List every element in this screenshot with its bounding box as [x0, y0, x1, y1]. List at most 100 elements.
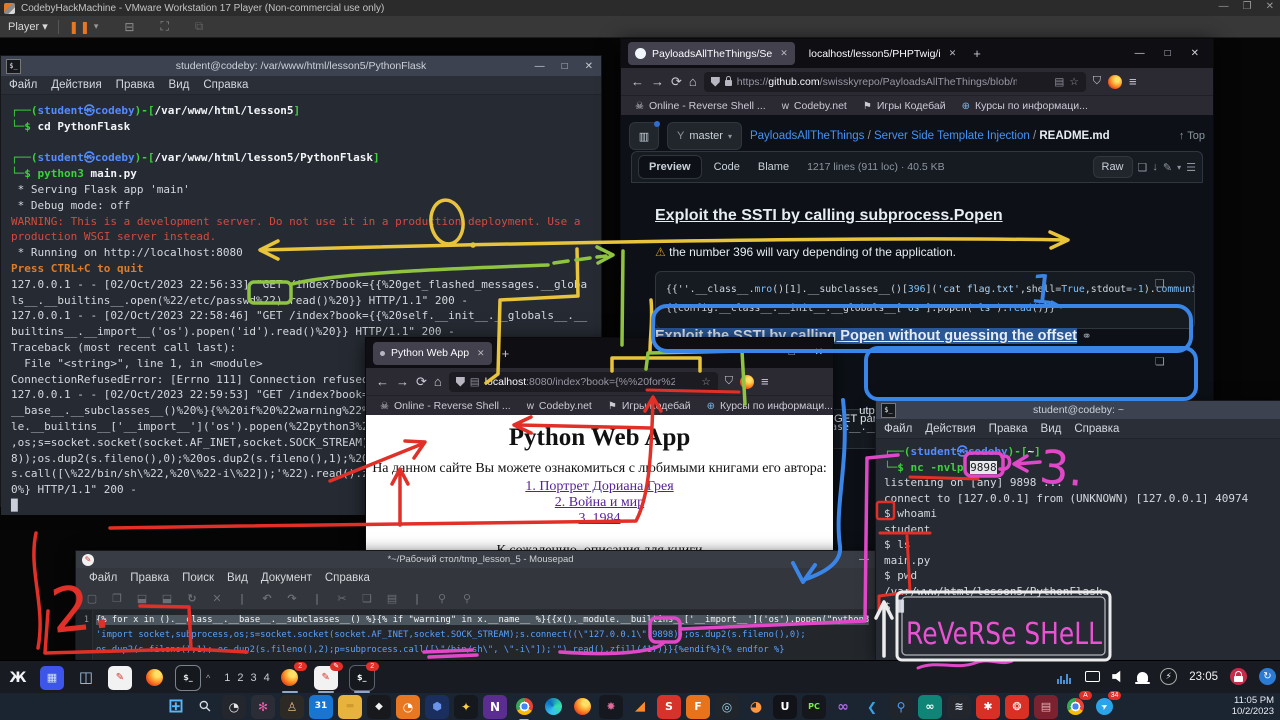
tab-localhost-phptwig[interactable]: localhost/lesson5/PHPTwig/i ✕: [802, 42, 963, 65]
menu-help[interactable]: Справка: [325, 572, 370, 584]
mousepad-editor[interactable]: 1 {% for x in ().__class__.__base__.__su…: [76, 610, 885, 664]
wings-icon[interactable]: ≋: [947, 695, 971, 719]
unity-mode-icon[interactable]: ⊟: [124, 20, 134, 34]
carrot-icon[interactable]: ◢: [628, 695, 652, 719]
vmware-maximize-button[interactable]: ❐: [1243, 1, 1252, 12]
unreal-icon[interactable]: U: [773, 695, 797, 719]
book-link-dorian[interactable]: 1. Портрет Дориана Грея: [366, 479, 833, 495]
download-icon[interactable]: ↓: [1152, 161, 1158, 173]
new-tab-button[interactable]: +: [973, 46, 981, 61]
terminal1-titlebar[interactable]: $_ student@codeby: /var/www/html/lesson5…: [1, 56, 601, 76]
redo-icon[interactable]: ↷: [284, 591, 300, 607]
reload-icon[interactable]: ⟳: [416, 374, 427, 390]
raw-button[interactable]: Raw: [1093, 156, 1133, 178]
vmware-box-icon[interactable]: ⬢: [425, 695, 449, 719]
tab-python-web-app[interactable]: Python Web App ✕: [373, 342, 492, 365]
copy-code-icon[interactable]: ❏: [1155, 277, 1205, 290]
f-app-icon[interactable]: F: [686, 695, 710, 719]
vmware-close-button[interactable]: ✕: [1266, 1, 1274, 12]
back-to-top-link[interactable]: ↑ Top: [1179, 130, 1205, 142]
menu-edit[interactable]: Правка: [130, 572, 169, 584]
tab-close-icon[interactable]: ✕: [780, 48, 788, 59]
maximize-icon[interactable]: □: [1165, 48, 1171, 59]
copy-icon[interactable]: ❏: [359, 591, 375, 607]
pycharm-icon[interactable]: PC: [802, 695, 826, 719]
menu-view[interactable]: Вид: [227, 572, 248, 584]
workspace-switcher[interactable]: 1 2 3 4: [224, 672, 270, 684]
home-icon[interactable]: ⌂: [689, 74, 697, 89]
menu-file[interactable]: Файл: [9, 79, 37, 91]
folders-maroon-icon[interactable]: ▤: [1034, 695, 1058, 719]
minimize-icon[interactable]: —: [759, 347, 769, 358]
cut-icon[interactable]: ✂: [334, 591, 350, 607]
bookmark-codeby[interactable]: wCodeby.net: [527, 400, 592, 412]
explorer-icon[interactable]: ▬: [338, 695, 362, 719]
bookmark-star-icon[interactable]: ☆: [701, 376, 710, 388]
new-tab-button[interactable]: +: [502, 346, 510, 361]
pin-icon[interactable]: ⚲: [889, 695, 913, 719]
menu-help[interactable]: Справка: [1074, 423, 1119, 435]
app-menu-icon[interactable]: ≡: [1129, 74, 1137, 89]
menu-document[interactable]: Документ: [261, 572, 312, 584]
onenote-icon[interactable]: N: [483, 695, 507, 719]
bookmark-reverse-shell[interactable]: ☠Online - Reverse Shell ...: [635, 100, 766, 112]
edit-pencil-icon[interactable]: ✎: [1163, 161, 1172, 174]
start-icon[interactable]: ⊞: [164, 695, 188, 719]
obsidian-icon[interactable]: ◆: [367, 695, 391, 719]
workspace-3[interactable]: 3: [250, 672, 256, 684]
firefox-icon[interactable]: [570, 695, 594, 719]
undo-icon[interactable]: ↶: [259, 591, 275, 607]
search-icon[interactable]: ⚲: [193, 695, 217, 719]
bookmark-star-icon[interactable]: ☆: [1069, 76, 1078, 88]
bookmark-games[interactable]: ⚑Игры Кодебай: [608, 400, 691, 412]
sidebar-toggle-button[interactable]: ▥: [629, 122, 659, 150]
menu-edit[interactable]: Правка: [989, 423, 1028, 435]
maximize-icon[interactable]: □: [562, 61, 568, 72]
close-icon[interactable]: ✕: [1191, 48, 1199, 59]
pocket-icon[interactable]: ⛉: [1093, 75, 1101, 88]
close-icon[interactable]: ✕: [585, 61, 593, 72]
camtasia-icon[interactable]: ∞: [918, 695, 942, 719]
telegram-icon[interactable]: 34: [1092, 695, 1116, 719]
notifications-bell-icon[interactable]: [1137, 672, 1148, 682]
gear-red-2-icon[interactable]: ❂: [1005, 695, 1029, 719]
mousepad-launcher-icon[interactable]: ✎: [108, 666, 132, 690]
mousepad-window-icon[interactable]: ✎✎: [314, 666, 338, 690]
mousepad-text[interactable]: {% for x in ().__class__.__base__.__subc…: [96, 613, 885, 664]
fullscreen-icon[interactable]: ⛶: [160, 19, 168, 34]
slack-icon[interactable]: ✻: [251, 695, 275, 719]
pause-vm-button[interactable]: ❚❚: [69, 20, 91, 34]
menu-view[interactable]: Вид: [169, 79, 190, 91]
firefox-window-icon[interactable]: 2: [278, 666, 302, 690]
lens-icon[interactable]: ◎: [715, 695, 739, 719]
shield-timer-icon[interactable]: ◔: [396, 695, 420, 719]
reload-icon[interactable]: ⟳: [671, 74, 682, 90]
app-grid-icon[interactable]: ▦: [40, 666, 64, 690]
url-bar[interactable]: ▤ localhost:8080/index?book={%%20for%20x…: [449, 372, 718, 392]
chevron-up-icon[interactable]: ^: [206, 673, 210, 683]
anchor-link-icon[interactable]: ⚭: [1082, 329, 1092, 343]
edit-caret-icon[interactable]: ▾: [1177, 163, 1181, 172]
forward-icon[interactable]: →: [651, 74, 664, 89]
tab-close-icon[interactable]: ✕: [949, 48, 957, 59]
gear-red-1-icon[interactable]: ✱: [976, 695, 1000, 719]
shotcut-icon[interactable]: S: [657, 695, 681, 719]
minimize-icon[interactable]: —: [1135, 48, 1145, 59]
terminal-window-icon[interactable]: $_2: [350, 666, 374, 690]
updates-icon[interactable]: ↻: [1259, 668, 1276, 685]
menu-help[interactable]: Справка: [203, 79, 248, 91]
menu-actions[interactable]: Действия: [51, 79, 101, 91]
open-file-icon[interactable]: ❐: [109, 591, 125, 607]
bookmark-reverse-shell[interactable]: ☠Online - Reverse Shell ...: [380, 400, 511, 412]
firefox-account-icon[interactable]: [1108, 75, 1122, 89]
assistant-icon[interactable]: ♙: [280, 695, 304, 719]
paste-icon[interactable]: ▤: [384, 591, 400, 607]
save-file-icon[interactable]: ⬓: [134, 591, 150, 607]
minimize-icon[interactable]: —: [535, 61, 545, 72]
minimize-icon[interactable]: —: [859, 554, 869, 565]
firefox-launcher-icon[interactable]: [142, 666, 166, 690]
menu-file[interactable]: Файл: [89, 572, 117, 584]
tab-blame[interactable]: Blame: [752, 161, 795, 173]
volume-icon[interactable]: [1112, 670, 1125, 683]
menu-file[interactable]: Файл: [884, 423, 912, 435]
